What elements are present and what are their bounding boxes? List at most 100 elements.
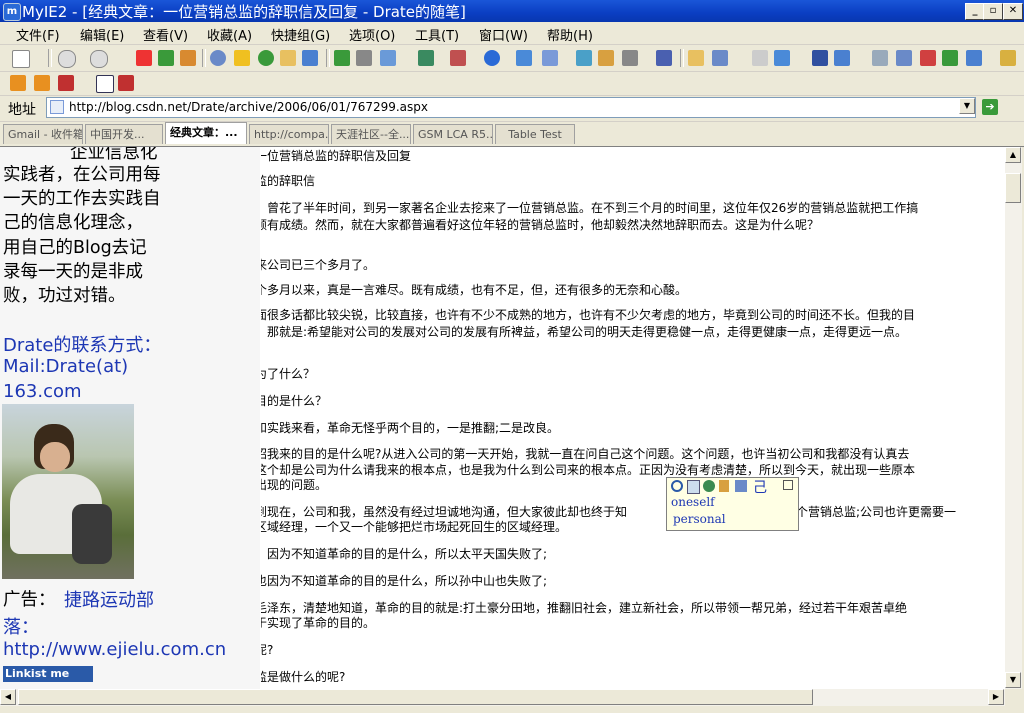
tile-icon[interactable]	[542, 50, 558, 66]
menu-file[interactable]: 文件(F)	[16, 25, 60, 44]
ie-icon[interactable]	[484, 50, 500, 66]
download-icon[interactable]	[598, 50, 614, 66]
folder-icon[interactable]	[280, 50, 296, 66]
open-folder-icon[interactable]	[688, 50, 704, 66]
minimize-button[interactable]: _	[965, 3, 985, 20]
tools-icon[interactable]	[966, 50, 982, 66]
search-icon[interactable]	[210, 50, 226, 66]
address-label: 地址	[8, 102, 36, 118]
menu-window[interactable]: 窗口(W)	[479, 25, 528, 44]
tab-toolbar	[0, 71, 1024, 96]
vertical-scrollbar[interactable]: ▲ ▼	[1005, 147, 1022, 689]
restore-button[interactable]: ▫	[983, 3, 1003, 20]
dictionary-popup: 己 oneself personal	[666, 477, 799, 531]
scroll-up-button[interactable]: ▲	[1005, 147, 1021, 163]
article-line: ，因为不知道革命的目的是什么，所以太平天国失败了;	[261, 547, 548, 561]
back-icon[interactable]	[58, 50, 76, 68]
toolbar-separator	[202, 49, 206, 67]
web-icon[interactable]	[703, 480, 715, 492]
more-icon[interactable]	[1000, 50, 1016, 66]
tab-tianya[interactable]: 天涯社区--全...	[331, 124, 411, 144]
lookup-icon[interactable]	[671, 480, 683, 492]
menu-help[interactable]: 帮助(H)	[547, 25, 593, 44]
scroll-right-button[interactable]: ▶	[988, 689, 1004, 705]
hscroll-thumb[interactable]	[18, 689, 813, 705]
edit2-icon[interactable]	[942, 50, 958, 66]
scroll-down-button[interactable]: ▼	[1005, 672, 1021, 688]
group-icon[interactable]	[334, 50, 350, 66]
menu-favorites[interactable]: 收藏(A)	[207, 25, 252, 44]
plugin-icon[interactable]	[450, 50, 466, 66]
history-icon[interactable]	[258, 50, 274, 66]
print-icon[interactable]	[356, 50, 372, 66]
forward-icon[interactable]	[90, 50, 108, 68]
address-dropdown-icon[interactable]: ▼	[959, 98, 975, 114]
edit-icon[interactable]	[735, 480, 747, 492]
address-input[interactable]: http://blog.csdn.net/Drate/archive/2006/…	[46, 97, 976, 118]
people-icon[interactable]	[656, 50, 672, 66]
article-line: 招我来的目的是什么呢?从进入公司的第一天开始，我就一直在问自己这个问题。这个问题…	[261, 447, 910, 461]
stop-icon[interactable]	[136, 50, 152, 66]
sidebar-text: 录每一天的是非成	[3, 262, 143, 282]
article-line: 于实现了革命的目的。	[261, 616, 376, 630]
toolbar-separator	[680, 49, 684, 67]
prev-tab-icon[interactable]	[10, 75, 26, 91]
toolbar-separator	[48, 49, 52, 67]
ad-link-cont[interactable]: 落：	[3, 613, 39, 639]
close-button[interactable]: ✕	[1003, 3, 1023, 20]
menu-bar: 文件(F) 编辑(E) 查看(V) 收藏(A) 快捷组(G) 选项(O) 工具(…	[0, 22, 1024, 45]
tab-window-icon[interactable]	[96, 75, 114, 93]
tab-article[interactable]: 经典文章：...	[165, 122, 247, 144]
refresh-icon[interactable]	[158, 50, 174, 66]
ad-link[interactable]: 捷路运动部	[64, 586, 154, 612]
close-all-icon[interactable]	[118, 75, 134, 91]
menu-tools[interactable]: 工具(T)	[415, 25, 459, 44]
article-line: 面很多话都比较尖锐，比较直接，也许有不少不成熟的地方，也许有不少欠考虑的地方，毕…	[261, 308, 916, 322]
save-icon[interactable]	[812, 50, 828, 66]
close-tab-icon[interactable]	[58, 75, 74, 91]
web-content: 企业信息化 实践者，在公司用每 一天的工作去实践自 己的信息化理念， 用自己的B…	[0, 147, 1005, 689]
article-body: 一位营销总监的辞职信及回复 监的辞职信 ，曾花了半年时间，到另一家著名企业去挖来…	[261, 147, 1005, 689]
sidebar-text: 一天的工作去实践自	[3, 189, 161, 209]
copy-icon[interactable]	[687, 480, 700, 494]
article-line: 这个却是公司为什么请我来的根本点，也是我为什么到公司来的根本点。正因为没有考虑清…	[261, 463, 916, 477]
speak-icon[interactable]	[719, 480, 729, 492]
sidebar-text: 败，功过对错。	[3, 286, 126, 306]
window-icon[interactable]	[516, 50, 532, 66]
tab-gsm[interactable]: GSM LCA R5...	[413, 124, 493, 144]
image-icon[interactable]	[576, 50, 592, 66]
tab-csdn[interactable]: 中国开发...	[85, 124, 163, 144]
toolbox-icon[interactable]	[622, 50, 638, 66]
go-icon[interactable]: ➔	[982, 99, 998, 115]
ad-url-link[interactable]: http://www.ejielu.com.cn	[3, 639, 226, 660]
horizontal-scrollbar[interactable]: ◀ ▶	[0, 689, 1005, 706]
form-icon[interactable]	[712, 50, 728, 66]
home-icon[interactable]	[180, 50, 196, 66]
pin-icon[interactable]	[783, 480, 793, 490]
split-icon[interactable]	[774, 50, 790, 66]
next-tab-icon[interactable]	[34, 75, 50, 91]
page-icon[interactable]	[302, 50, 318, 66]
address-url[interactable]: http://blog.csdn.net/Drate/archive/2006/…	[69, 100, 428, 114]
favorites-star-icon[interactable]	[234, 50, 250, 66]
tab-compa[interactable]: http://compa...	[249, 124, 329, 144]
scroll-thumb[interactable]	[1005, 173, 1021, 203]
new-page-icon[interactable]	[12, 50, 30, 68]
tab-gmail[interactable]: Gmail - 收件箱	[3, 124, 83, 144]
menu-groups[interactable]: 快捷组(G)	[271, 25, 330, 44]
proxy-icon[interactable]	[418, 50, 434, 66]
edit-icon[interactable]	[896, 50, 912, 66]
toolbar-separator	[326, 49, 330, 67]
undo-icon[interactable]	[834, 50, 850, 66]
linkist-badge[interactable]: Linkist me	[3, 666, 93, 682]
scroll-left-button[interactable]: ◀	[0, 689, 16, 705]
article-line: 区域经理，一个又一个能够把烂市场起死回生的区域经理。	[261, 520, 568, 534]
menu-options[interactable]: 选项(O)	[349, 25, 395, 44]
tab-table-test[interactable]: Table Test	[495, 124, 575, 144]
menu-view[interactable]: 查看(V)	[143, 25, 188, 44]
mail-icon[interactable]	[380, 50, 396, 66]
delete-icon[interactable]	[920, 50, 936, 66]
menu-edit[interactable]: 编辑(E)	[80, 25, 124, 44]
blank-icon[interactable]	[752, 50, 768, 66]
copy-icon[interactable]	[872, 50, 888, 66]
